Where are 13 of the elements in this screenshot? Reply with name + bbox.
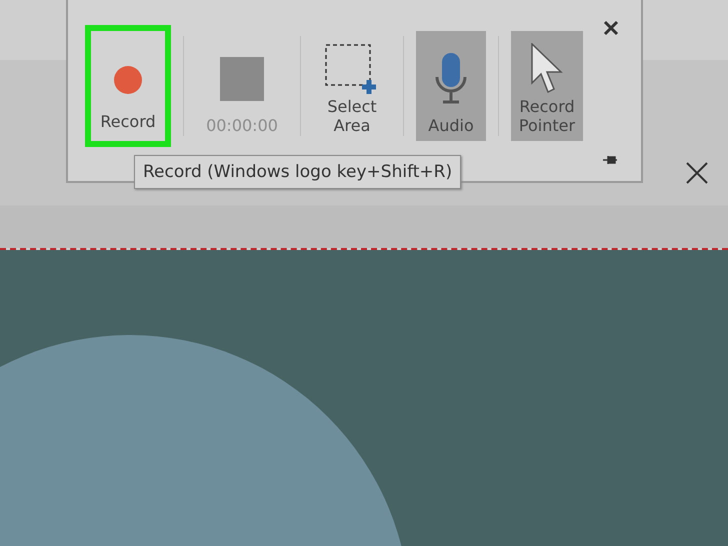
stop-square-icon <box>220 56 264 100</box>
close-icon[interactable] <box>603 20 619 36</box>
microphone-icon <box>434 52 468 104</box>
pin-icon[interactable] <box>603 156 617 164</box>
pointer-icon <box>530 43 564 95</box>
audio-button[interactable]: Audio <box>416 31 486 141</box>
record-dot-icon <box>114 66 142 94</box>
pointer-button[interactable]: Record Pointer <box>511 31 583 141</box>
close-icon[interactable] <box>686 162 708 184</box>
area-button[interactable]: Select Area <box>313 31 391 141</box>
record-button[interactable]: Record <box>85 25 171 147</box>
select-area-icon <box>325 44 379 94</box>
tooltip: Record (Windows logo key+Shift+R) <box>134 155 462 189</box>
